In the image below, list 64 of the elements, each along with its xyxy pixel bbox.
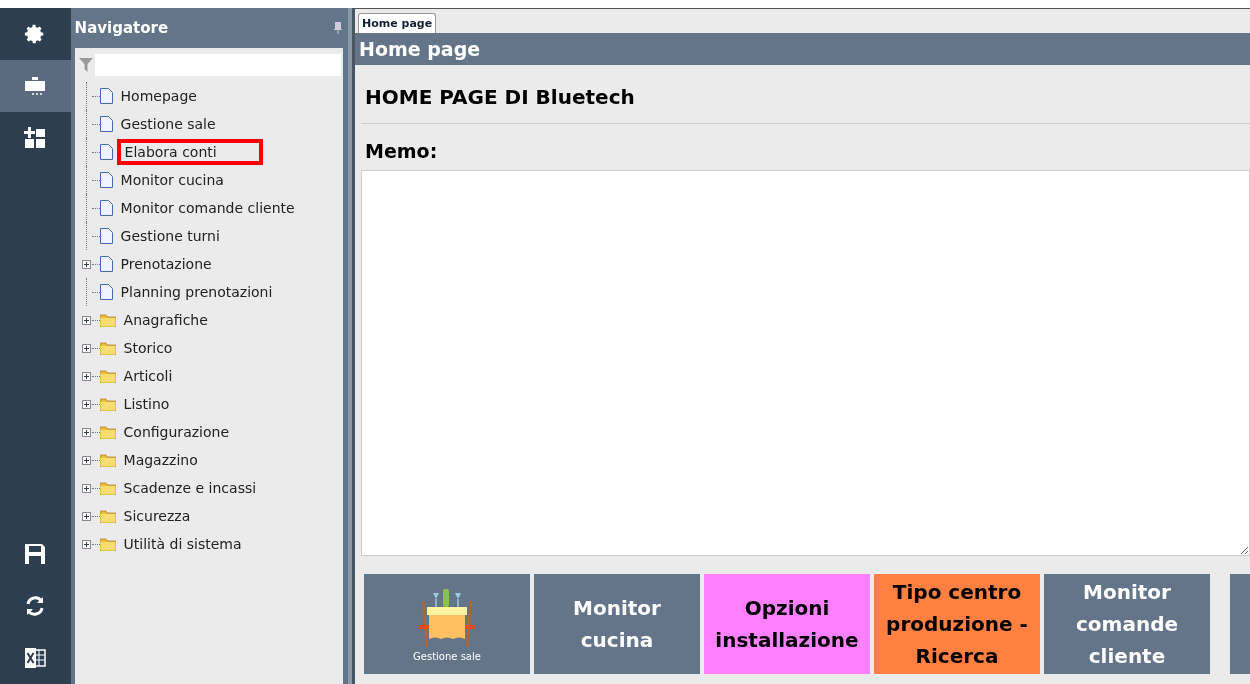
document-icon: [99, 228, 113, 244]
folder-icon: [99, 453, 116, 467]
expand-icon[interactable]: [81, 259, 91, 269]
page-title: HOME PAGE DI Bluetech: [361, 65, 1250, 124]
expand-icon[interactable]: [81, 343, 91, 353]
document-icon: [99, 88, 113, 104]
panel-title: Navigatore: [74, 19, 169, 37]
folder-icon: [99, 481, 116, 495]
tree-item[interactable]: Prenotazione: [118, 256, 214, 272]
document-icon: [99, 144, 113, 160]
rail-button[interactable]: [0, 60, 71, 112]
folder-icon: [99, 425, 116, 439]
tree-item[interactable]: Magazzino: [121, 452, 200, 468]
expand-icon[interactable]: [81, 483, 91, 493]
add-grid-icon: [23, 126, 48, 150]
tree-item[interactable]: Storico: [121, 340, 175, 356]
memo-field[interactable]: [361, 170, 1250, 556]
tab[interactable]: Home page: [358, 13, 437, 33]
expand-icon[interactable]: [81, 427, 91, 437]
document-icon: [99, 284, 113, 300]
tile-button[interactable]: Gestione sale: [364, 574, 530, 674]
expand-icon[interactable]: [81, 399, 91, 409]
page-header: Home page: [355, 33, 1250, 65]
tile-button[interactable]: Opzioni installazione: [704, 574, 870, 674]
tree-item[interactable]: Gestione turni: [118, 228, 222, 244]
document-icon: [99, 116, 113, 132]
filter-icon: [78, 58, 93, 72]
document-icon: [99, 200, 113, 216]
folder-icon: [99, 341, 116, 355]
folder-icon: [99, 509, 116, 523]
tree-item[interactable]: Configurazione: [121, 424, 231, 440]
document-icon: [99, 256, 113, 272]
tree-item[interactable]: Gestione sale: [118, 116, 218, 132]
tile-button[interactable]: Monitor comande cliente: [1044, 574, 1210, 674]
partial-tile[interactable]: [1230, 574, 1250, 674]
desk-icon: [23, 75, 48, 97]
tree-item[interactable]: Planning prenotazioni: [118, 284, 275, 300]
expand-icon[interactable]: [81, 371, 91, 381]
memo-label: Memo:: [364, 139, 439, 164]
tree-item[interactable]: Listino: [121, 396, 172, 412]
expand-icon[interactable]: [81, 455, 91, 465]
folder-icon: [99, 397, 116, 411]
tree-item[interactable]: Anagrafiche: [121, 312, 210, 328]
spreadsheet-icon: [23, 647, 48, 669]
tree-item[interactable]: Sicurezza: [121, 508, 193, 524]
pin-icon[interactable]: [334, 22, 342, 34]
filter-field[interactable]: [94, 54, 341, 76]
expand-icon[interactable]: [81, 315, 91, 325]
tree-item[interactable]: Articoli: [121, 368, 175, 384]
expand-icon[interactable]: [81, 539, 91, 549]
tree-item[interactable]: Monitor cucina: [118, 172, 226, 188]
save-icon: [24, 543, 47, 565]
tree-item[interactable]: Monitor comande cliente: [118, 200, 297, 216]
tree-item[interactable]: Utilità di sistema: [121, 536, 244, 552]
tree-item[interactable]: Scadenze e incassi: [121, 480, 259, 496]
folder-icon: [99, 537, 116, 551]
tree-item[interactable]: Elabora conti: [122, 144, 219, 160]
expand-icon[interactable]: [81, 511, 91, 521]
tree-item[interactable]: Homepage: [118, 88, 199, 104]
tile-button[interactable]: Monitor cucina: [534, 574, 700, 674]
tile-button[interactable]: Tipo centro produzione - Ricerca: [874, 574, 1040, 674]
folder-icon: [99, 369, 116, 383]
folder-icon: [99, 313, 116, 327]
document-icon: [99, 172, 113, 188]
